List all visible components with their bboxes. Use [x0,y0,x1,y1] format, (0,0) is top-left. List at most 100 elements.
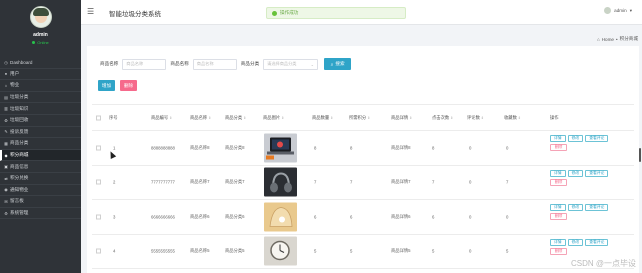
hamburger-icon[interactable]: ☰ [87,7,94,16]
column-header[interactable]: 序号 [109,115,118,121]
cell-category: 商品分类6 [225,213,245,219]
cell-favorites: 0 [506,214,509,220]
sidebar-item[interactable]: ▣ 商品信息 [0,161,81,173]
sidebar-item[interactable]: ▥ 垃圾知识 [0,103,81,115]
row-checkbox[interactable] [96,248,101,254]
search-button[interactable]: ⌕ 搜索 [324,58,352,70]
table-row[interactable]: 4 5555555555 商品名称5 商品分类5 5 5 商品详情5 5 0 5 详情 修改 查看评论删… [92,235,634,269]
edit-button[interactable]: 修改 [567,135,584,142]
column-header[interactable]: 商品图片⇕ [263,115,284,121]
column-header[interactable]: 评论数⇕ [467,115,484,121]
column-header[interactable]: 所需积分⇕ [349,115,370,121]
detail-button[interactable]: 详情 [550,169,566,177]
sidebar-item[interactable]: ▦ 商品分类 [0,138,81,150]
table-row[interactable]: 3 6666666666 商品名称6 商品分类6 6 6 商品详情6 6 0 0 详情 修改 查看评论删… [92,200,634,235]
recycle-icon: ♻ [4,117,8,123]
watermark: CSDN @一点毕设 [570,259,636,268]
sidebar-item[interactable]: ⌂ 物业 [0,80,81,92]
sort-icon[interactable]: ⇕ [169,116,172,120]
row-delete-button[interactable]: 删除 [550,247,567,255]
sidebar-item[interactable]: ◆ 积分商城 [0,149,81,162]
product-name-input[interactable]: 商品名称 [122,58,167,70]
column-header[interactable]: 商品数量⇕ [312,115,333,121]
column-header[interactable]: 收藏数⇕ [504,115,521,121]
table-row[interactable]: 1 8888888888 商品名称8 商品分类8 8 8 商品详情8 8 0 0 详情 修改 查看评论删… [92,131,634,166]
cell-name: 商品名称5 [190,248,210,254]
sort-icon[interactable]: ⇕ [450,116,453,120]
sort-icon[interactable]: ⇕ [367,116,370,120]
cell-name: 商品名称6 [190,213,210,219]
top-bar: ☰ 智能垃圾分类系统 操作成功 admin ▾ [81,0,642,25]
breadcrumb: ⌂ Home • 积分商城 [597,36,638,42]
product-image [264,202,297,232]
sidebar-item[interactable]: ✉ 留言板 [0,196,81,208]
sidebar-item[interactable]: ▤ 垃圾分类 [0,92,81,104]
cell-clicks: 5 [432,248,435,254]
row-delete-button[interactable]: 删除 [550,178,567,186]
column-header[interactable]: 商品编号⇕ [151,115,172,121]
cell-points: 6 [350,214,353,220]
cell-detail: 商品详情6 [391,213,411,219]
cell-detail: 商品详情5 [391,248,411,254]
sort-icon[interactable]: ⇕ [330,116,333,120]
row-delete-button[interactable]: 删除 [550,213,567,220]
edit-button[interactable]: 修改 [567,169,584,177]
user-icon: ● [4,71,8,77]
row-checkbox[interactable] [96,179,101,185]
table-row[interactable]: 2 7777777777 商品名称7 商品分类7 7 7 商品详情7 7 0 7 详情 修改 查看评论删… [92,166,634,200]
cell-clicks: 7 [432,179,435,185]
edit-button[interactable]: 修改 [567,204,584,211]
add-button[interactable]: 增加 [98,80,115,91]
sort-icon[interactable]: ⇕ [409,116,412,120]
row-operations: 详情 修改 查看评论删除 [550,169,609,186]
detail-button[interactable]: 详情 [550,135,566,142]
scrollbar[interactable] [639,148,641,162]
sort-icon[interactable]: ⇕ [208,116,211,120]
column-header[interactable]: 商品分类⇕ [225,115,246,121]
avatar[interactable] [29,6,52,28]
row-operations: 详情 修改 查看评论删除 [550,204,609,220]
row-checkbox[interactable] [96,214,101,220]
sidebar-item-label: 商品分类 [10,140,29,146]
product-name-input-2[interactable]: 商品名称 [192,58,237,70]
cell-points: 7 [350,179,353,185]
column-header[interactable]: 点击次数⇕ [432,115,453,121]
sidebar-item-label: 留言板 [10,198,24,204]
detail-button[interactable]: 详情 [550,204,566,211]
breadcrumb-home[interactable]: Home [602,37,614,42]
sidebar-item[interactable]: ⇄ 积分兑换 [0,173,81,185]
detail-button[interactable]: 详情 [550,238,566,246]
sidebar-item[interactable]: ♻ 垃圾回收 [0,115,81,127]
chevron-down-icon: ▾ [629,7,632,13]
sidebar-item[interactable]: ● 用户 [0,69,81,81]
select-all-checkbox[interactable] [96,115,101,120]
sort-icon[interactable]: ⇕ [281,116,284,120]
view-comments-button[interactable]: 查看评论 [585,238,609,246]
user-profile: admin Online [0,0,81,57]
delete-button[interactable]: 删除 [120,80,137,91]
view-comments-button[interactable]: 查看评论 [585,204,609,211]
cell-index: 3 [113,214,116,220]
row-checkbox[interactable] [96,145,101,151]
edit-button[interactable]: 修改 [567,238,584,246]
cell-code: 8888888888 [151,145,175,151]
sidebar-item[interactable]: ⚙ 系统管理 [0,208,81,220]
column-header[interactable]: 操作 [550,115,559,121]
sidebar-item[interactable]: ✎ 投诉反馈 [0,127,81,139]
view-comments-button[interactable]: 查看评论 [585,169,609,177]
column-header[interactable]: 商品详情⇕ [391,115,412,121]
column-header[interactable]: 商品名称⇕ [190,115,211,121]
row-delete-button[interactable]: 删除 [550,144,567,151]
sidebar-item[interactable]: ◷ Dashboard [0,57,81,69]
sort-icon[interactable]: ⇕ [518,116,521,120]
view-comments-button[interactable]: 查看评论 [585,135,609,142]
user-menu[interactable]: admin ▾ [604,7,632,14]
cell-index: 2 [113,179,116,185]
sidebar-item[interactable]: ◉ 通知物业 [0,185,81,197]
sort-icon[interactable]: ⇕ [243,116,246,120]
product-image [264,167,297,197]
cell-clicks: 6 [432,214,435,220]
list-icon: ▤ [4,94,8,100]
category-select[interactable]: 请选择商品分类 ⌄ [263,58,319,70]
sort-icon[interactable]: ⇕ [481,116,484,120]
